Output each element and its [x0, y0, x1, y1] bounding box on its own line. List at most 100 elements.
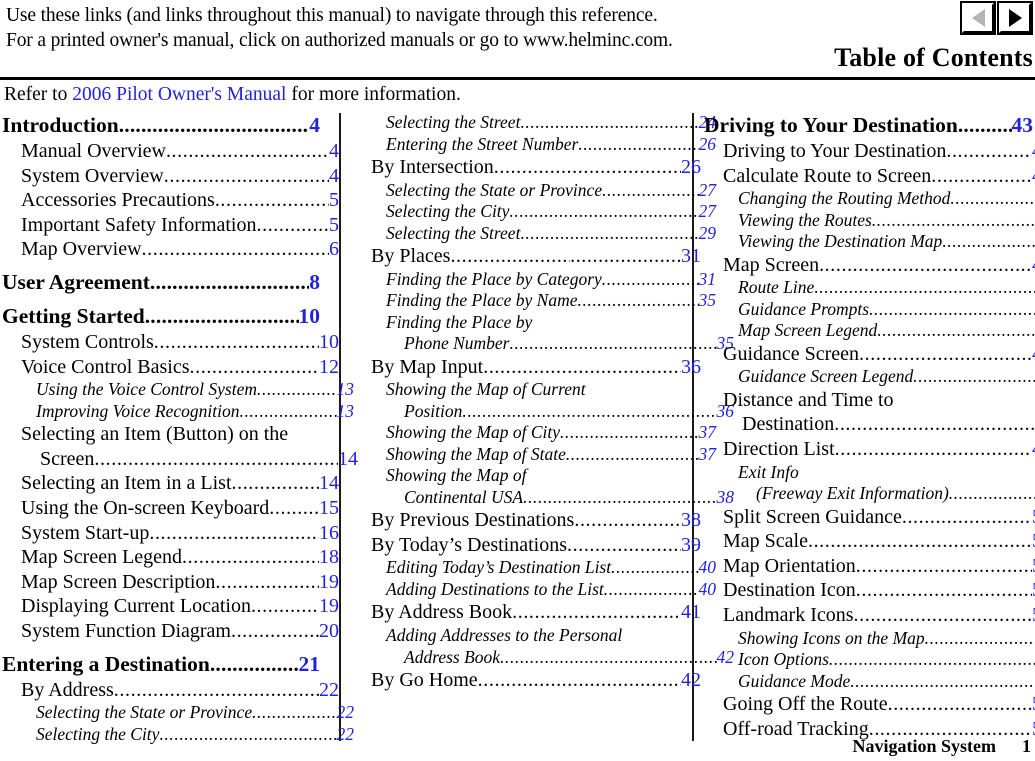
toc-entry[interactable]: Selecting the City27 — [386, 201, 716, 223]
toc-entry[interactable]: Destination49 — [742, 412, 1035, 437]
toc-entry[interactable]: Selecting an Item in a List 14 — [21, 471, 339, 496]
toc-entry[interactable]: System Function Diagram 20 — [21, 619, 339, 644]
toc-dot-leader — [850, 671, 1035, 693]
toc-entry[interactable]: Landmark Icons 53 — [723, 603, 1035, 628]
toc-entry-label: Adding Addresses to the Personal — [386, 625, 623, 646]
toc-entry[interactable]: Showing the Map of City37 — [386, 422, 716, 444]
toc-entry[interactable]: Selecting the State or Province 22 — [36, 702, 354, 724]
toc-entry[interactable]: Editing Today’s Destination List40 — [386, 557, 716, 579]
toc-entry[interactable]: Direction List49 — [723, 437, 1035, 462]
top-banner: Use these links (and links throughout th… — [0, 0, 1035, 78]
toc-entry[interactable]: User Agreement 8 — [2, 269, 320, 296]
toc-dot-leader — [835, 437, 1032, 462]
toc-entry[interactable]: Map Screen 45 — [723, 253, 1035, 278]
toc-entry[interactable]: Important Safety Information 5 — [21, 213, 339, 238]
toc-entry[interactable]: Adding Destinations to the List40 — [386, 579, 716, 601]
toc-entry[interactable]: Finding the Place by — [386, 312, 716, 334]
toc-entry[interactable]: Showing the Map of Current — [386, 379, 716, 401]
toc-entry[interactable]: Screen 14 — [40, 447, 358, 472]
toc-entry[interactable]: By Address 22 — [21, 678, 339, 703]
toc-entry[interactable]: (Freeway Exit Information)50 — [756, 483, 1035, 505]
toc-entry[interactable]: By Intersection 26 — [371, 155, 701, 180]
toc-entry-label: Map Screen Description — [21, 570, 216, 593]
toc-entry[interactable]: Viewing the Destination Map 45 — [738, 231, 1035, 253]
toc-entry[interactable]: Guidance Screen Legend 48 — [738, 366, 1035, 388]
toc-entry[interactable]: Introduction 4 — [2, 112, 320, 139]
toc-entry[interactable]: Selecting an Item (Button) on the — [21, 422, 339, 447]
toc-entry[interactable]: Manual Overview 4 — [21, 139, 339, 164]
toc-entry[interactable]: Guidance Screen 48 — [723, 342, 1035, 367]
toc-entry[interactable]: Destination Icon53 — [723, 578, 1035, 603]
toc-entry-label: Map Overview — [21, 238, 142, 261]
toc-entry[interactable]: Improving Voice Recognition13 — [36, 401, 354, 423]
toc-entry[interactable]: Showing Icons on the Map55 — [738, 628, 1035, 650]
toc-entry[interactable]: Selecting the Street 24 — [386, 112, 716, 134]
toc-dot-leader — [166, 139, 329, 164]
toc-page-number: 12 — [319, 355, 339, 378]
toc-entry[interactable]: Adding Addresses to the Personal — [386, 625, 716, 647]
toc-entry[interactable]: Map Scale 51 — [723, 529, 1035, 554]
toc-dot-leader — [215, 188, 329, 213]
toc-entry[interactable]: Map Screen Legend 18 — [21, 545, 339, 570]
toc-entry[interactable]: Continental USA38 — [404, 487, 734, 509]
toc-entry-label: Map Screen Legend — [738, 320, 878, 341]
toc-entry[interactable]: Using the On-screen Keyboard 15 — [21, 496, 339, 521]
toc-entry[interactable]: Entering a Destination 21 — [2, 651, 320, 678]
toc-page-number: 42 — [681, 669, 701, 692]
toc-entry[interactable]: By Map Input 36 — [371, 355, 701, 380]
toc-dot-leader: ........l — [450, 244, 570, 269]
toc-entry[interactable]: Selecting the Street 29 — [386, 223, 716, 245]
toc-entry[interactable]: Phone Number 35 — [404, 333, 734, 355]
toc-entry[interactable]: Address Book 42 — [404, 647, 734, 669]
toc-entry[interactable]: Driving to Your Destination 43 — [704, 112, 1033, 139]
toc-entry[interactable]: Using the Voice Control System13 — [36, 379, 354, 401]
toc-entry[interactable]: Exit Info — [738, 462, 1035, 484]
toc-entry[interactable]: Map Screen Legend 47 — [738, 320, 1035, 342]
toc-entry[interactable]: Calculate Route to Screen43 — [723, 164, 1035, 189]
refer-line: Refer to 2006 Pilot Owner's Manual for m… — [4, 85, 461, 105]
toc-entry[interactable]: Guidance Mode55 — [738, 671, 1035, 693]
toc-entry[interactable]: Driving to Your Destination 43 — [723, 139, 1035, 164]
toc-entry[interactable]: Split Screen Guidance50 — [723, 505, 1035, 530]
toc-entry[interactable]: Map Overview 6 — [21, 237, 339, 262]
toc-entry[interactable]: Accessories Precautions 5 — [21, 188, 339, 213]
next-page-button[interactable] — [997, 1, 1033, 35]
toc-entry[interactable]: Map Screen Description 19 — [21, 570, 339, 595]
toc-entry[interactable]: Route Line45 — [738, 277, 1035, 299]
toc-entry[interactable]: By Address Book 41 — [371, 600, 701, 625]
toc-entry-label: Introduction — [2, 113, 119, 137]
toc-entry[interactable]: Finding the Place by Category31 — [386, 269, 716, 291]
toc-entry[interactable]: Entering the Street Number 26 — [386, 134, 716, 156]
toc-entry[interactable]: By Previous Destinations 38 — [371, 508, 701, 533]
toc-entry[interactable]: System Start-up 16 — [21, 521, 339, 546]
toc-entry[interactable]: Changing the Routing Method44 — [738, 188, 1035, 210]
toc-entry[interactable]: Map Orientation52 — [723, 554, 1035, 579]
toc-entry[interactable]: By Go Home 42 — [371, 668, 701, 693]
toc-entry[interactable]: Going Off the Route 56 — [723, 692, 1035, 717]
toc-page-number: 18 — [319, 546, 339, 569]
toc-entry[interactable]: Getting Started 10 — [2, 303, 320, 330]
toc-entry[interactable]: Viewing the Routes44 — [738, 210, 1035, 232]
toc-page-number: 36 — [681, 355, 701, 378]
toc-entry[interactable]: Icon Options55 — [738, 649, 1035, 671]
toc-entry[interactable]: Distance and Time to — [723, 388, 1035, 413]
toc-entry[interactable]: Displaying Current Location 19 — [21, 594, 339, 619]
toc-entry[interactable]: Finding the Place by Name35 — [386, 290, 716, 312]
column-divider-1 — [339, 113, 341, 741]
toc-entry[interactable]: System Overview 4 — [21, 164, 339, 189]
toc-entry[interactable]: Showing the Map of State 37 — [386, 444, 716, 466]
toc-dot-leader — [574, 508, 681, 533]
toc-entry[interactable]: Selecting the State or Province27 — [386, 180, 716, 202]
toc-entry[interactable]: By Today’s Destinations 39 — [371, 533, 701, 558]
owners-manual-link[interactable]: 2006 Pilot Owner's Manual — [72, 84, 286, 105]
toc-entry[interactable]: System Controls 10 — [21, 330, 339, 355]
toc-entry[interactable]: Voice Control Basics 12 — [21, 355, 339, 380]
toc-dot-leader — [142, 237, 329, 262]
toc-entry[interactable]: Position36 — [404, 401, 734, 423]
toc-entry[interactable]: By Places ........l 31 — [371, 244, 701, 269]
toc-dot-leader — [520, 112, 698, 134]
toc-entry[interactable]: Showing the Map of — [386, 465, 716, 487]
toc-entry[interactable]: Guidance Prompts 46 — [738, 299, 1035, 321]
toc-entry-label: Improving Voice Recognition — [36, 400, 240, 421]
previous-page-button[interactable] — [960, 1, 996, 35]
